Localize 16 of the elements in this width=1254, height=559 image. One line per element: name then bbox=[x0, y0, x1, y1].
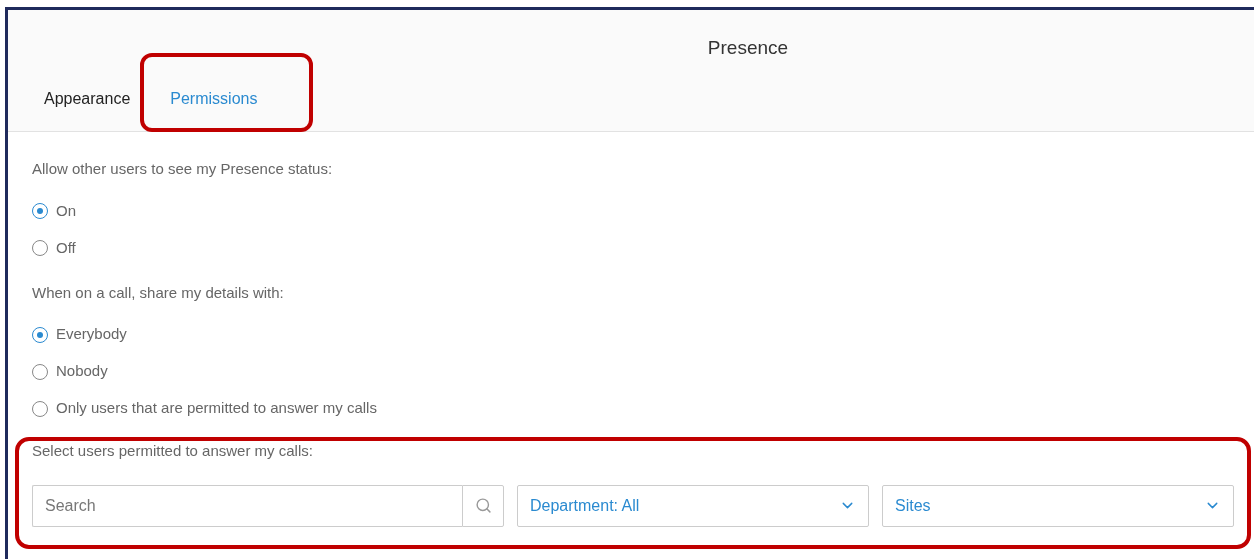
radio-option[interactable]: On bbox=[32, 192, 1254, 230]
dropdown[interactable]: Department: All bbox=[517, 484, 869, 527]
group-label: When on a call, share my details with: bbox=[32, 282, 285, 303]
search-icon bbox=[474, 497, 492, 514]
dropdown[interactable]: Sites bbox=[882, 484, 1234, 527]
window-title: Presence bbox=[707, 36, 789, 60]
search-field[interactable]: Search bbox=[32, 484, 462, 527]
search-button[interactable] bbox=[462, 484, 504, 527]
tab[interactable]: Permissions bbox=[154, 82, 274, 115]
radio-option[interactable]: Everybody bbox=[32, 316, 1254, 353]
section-label: Select users permitted to answer my calls: bbox=[32, 441, 314, 461]
tab[interactable]: Appearance bbox=[28, 82, 147, 115]
radio-option[interactable]: Off bbox=[32, 229, 1254, 267]
radio-option[interactable]: Nobody bbox=[32, 353, 1254, 390]
group-label: Allow other users to see my Presence status: bbox=[32, 159, 334, 179]
radio-option[interactable]: Only users that are permitted to answer my calls bbox=[32, 390, 1254, 427]
